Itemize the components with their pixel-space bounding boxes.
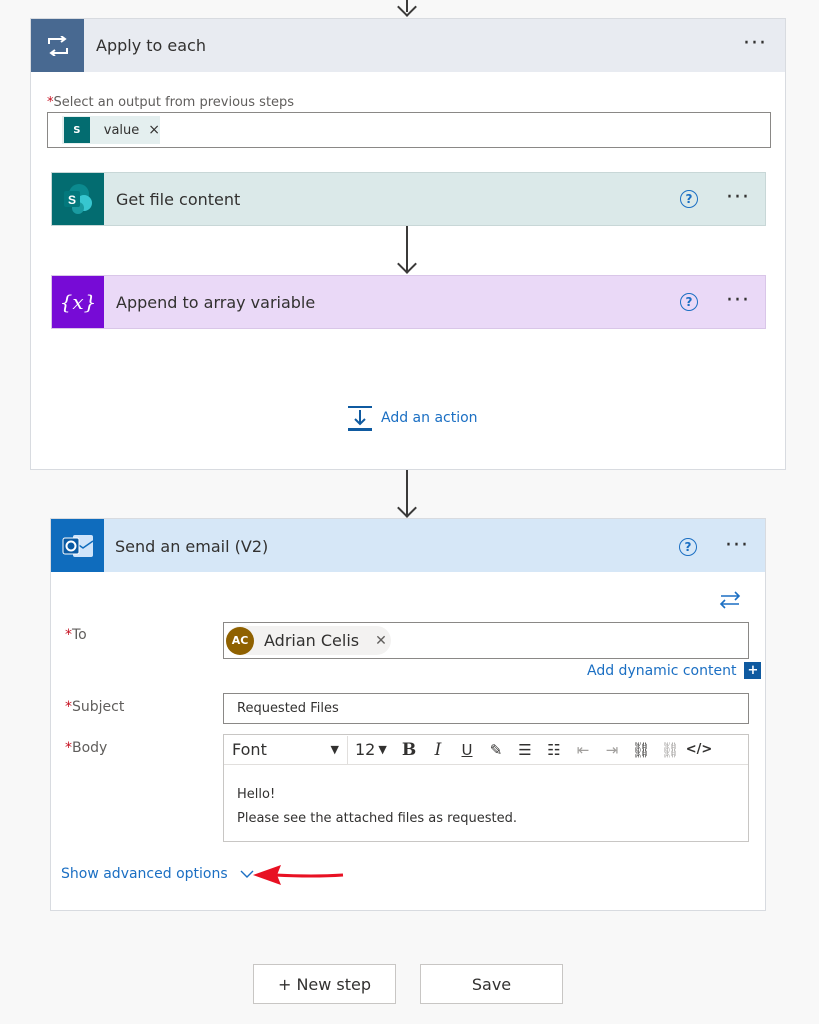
append-variable-title: Append to array variable bbox=[116, 293, 316, 312]
add-an-action-label: Add an action bbox=[381, 410, 478, 426]
size-select[interactable]: 12 ▼ bbox=[348, 736, 398, 764]
body-toolbar: Font ▼ 12 ▼ B I U ✎ ☰ ☷ ⇤ ⇥ ⛓ ⛓ </> bbox=[224, 735, 748, 765]
add-an-action-button[interactable]: Add an action bbox=[347, 405, 478, 431]
avatar: AC bbox=[226, 626, 254, 655]
font-color-icon[interactable]: ✎ bbox=[485, 741, 507, 759]
insert-action-icon bbox=[348, 406, 372, 431]
send-email-help-icon[interactable]: ? bbox=[679, 538, 697, 556]
append-variable-card[interactable]: {x} Append to array variable ? ··· bbox=[51, 275, 766, 329]
subject-value: Requested Files bbox=[237, 701, 339, 716]
swap-mode-icon[interactable] bbox=[719, 591, 741, 609]
add-dynamic-content-label: Add dynamic content bbox=[587, 662, 737, 679]
body-line-2: Please see the attached files as request… bbox=[237, 811, 517, 826]
recipient-remove-icon[interactable]: ✕ bbox=[375, 633, 387, 649]
decrease-indent-icon[interactable]: ⇤ bbox=[572, 741, 594, 759]
value-token-label: value bbox=[103, 122, 140, 138]
send-email-card: Send an email (V2) ? ··· *To AC Adrian C… bbox=[50, 518, 766, 911]
select-output-label: *Select an output from previous steps bbox=[47, 95, 295, 110]
loop-icon bbox=[47, 35, 68, 56]
add-dynamic-plus-icon: + bbox=[744, 662, 762, 679]
outlook-icon-tile bbox=[51, 519, 104, 572]
get-file-content-title: Get file content bbox=[116, 190, 241, 209]
connector-top-head bbox=[397, 0, 417, 17]
link-icon[interactable]: ⛓ bbox=[630, 741, 652, 759]
font-select[interactable]: Font ▼ bbox=[224, 735, 348, 764]
append-variable-more-icon[interactable]: ··· bbox=[726, 290, 750, 312]
variable-icon-tile: {x} bbox=[52, 276, 104, 328]
subject-label: *Subject bbox=[65, 699, 125, 715]
show-advanced-options-label: Show advanced options bbox=[61, 866, 228, 882]
subject-field[interactable]: Requested Files bbox=[223, 693, 749, 724]
size-dropdown-icon: ▼ bbox=[378, 743, 387, 756]
get-file-content-help-icon[interactable]: ? bbox=[680, 190, 698, 208]
apply-to-each-title: Apply to each bbox=[96, 36, 206, 55]
body-editor: Font ▼ 12 ▼ B I U ✎ ☰ ☷ ⇤ ⇥ ⛓ ⛓ </> Hell… bbox=[223, 734, 749, 842]
font-select-value: Font bbox=[232, 740, 267, 759]
body-content[interactable]: Hello! Please see the attached files as … bbox=[237, 783, 517, 831]
append-variable-help-icon[interactable]: ? bbox=[680, 293, 698, 311]
italic-icon[interactable]: I bbox=[427, 740, 449, 760]
svg-text:S: S bbox=[68, 193, 76, 207]
sharepoint-icon-tile: S bbox=[52, 173, 104, 225]
size-select-value: 12 bbox=[355, 740, 376, 759]
select-output-field[interactable]: S value × bbox=[47, 112, 771, 148]
bullet-list-icon[interactable]: ☰ bbox=[514, 741, 536, 759]
increase-indent-icon[interactable]: ⇥ bbox=[601, 741, 623, 759]
apply-to-each-icon-tile bbox=[31, 19, 84, 72]
connector-email-head bbox=[397, 498, 417, 518]
recipient-name: Adrian Celis bbox=[264, 631, 360, 650]
send-email-header[interactable]: Send an email (V2) ? ··· bbox=[51, 519, 765, 572]
bold-icon[interactable]: B bbox=[398, 740, 420, 760]
body-line-1: Hello! bbox=[237, 787, 276, 802]
annotation-arrow-icon bbox=[253, 865, 344, 885]
to-field[interactable]: AC Adrian Celis ✕ bbox=[223, 622, 749, 659]
recipient-chip[interactable]: AC Adrian Celis ✕ bbox=[226, 626, 391, 655]
outlook-icon bbox=[62, 534, 93, 557]
connector-inner-head bbox=[397, 254, 417, 274]
variable-icon: {x} bbox=[59, 290, 97, 314]
apply-to-each-more-icon[interactable]: ··· bbox=[743, 33, 767, 55]
save-button[interactable]: Save bbox=[420, 964, 563, 1004]
code-view-icon[interactable]: </> bbox=[686, 742, 713, 757]
underline-icon[interactable]: U bbox=[456, 741, 478, 759]
font-dropdown-icon: ▼ bbox=[330, 743, 339, 756]
sharepoint-token-icon: S bbox=[64, 117, 90, 143]
value-token-remove-icon[interactable]: × bbox=[148, 122, 160, 138]
sharepoint-icon: S bbox=[64, 184, 92, 214]
show-advanced-options[interactable]: Show advanced options bbox=[61, 866, 254, 882]
apply-to-each-header[interactable]: Apply to each ··· bbox=[31, 19, 785, 72]
apply-to-each-card: Apply to each ··· *Select an output from… bbox=[30, 18, 786, 470]
numbered-list-icon[interactable]: ☷ bbox=[543, 741, 565, 759]
body-label: *Body bbox=[65, 740, 108, 756]
chevron-down-icon bbox=[240, 870, 254, 878]
send-email-title: Send an email (V2) bbox=[115, 537, 269, 556]
unlink-icon[interactable]: ⛓ bbox=[659, 741, 681, 759]
send-email-more-icon[interactable]: ··· bbox=[725, 535, 749, 557]
new-step-button[interactable]: + New step bbox=[253, 964, 396, 1004]
get-file-content-more-icon[interactable]: ··· bbox=[726, 187, 750, 209]
to-label: *To bbox=[65, 627, 87, 643]
get-file-content-card[interactable]: S Get file content ? ··· bbox=[51, 172, 766, 226]
value-token[interactable]: S value × bbox=[62, 116, 160, 144]
add-dynamic-content-link[interactable]: Add dynamic content + bbox=[587, 662, 762, 679]
